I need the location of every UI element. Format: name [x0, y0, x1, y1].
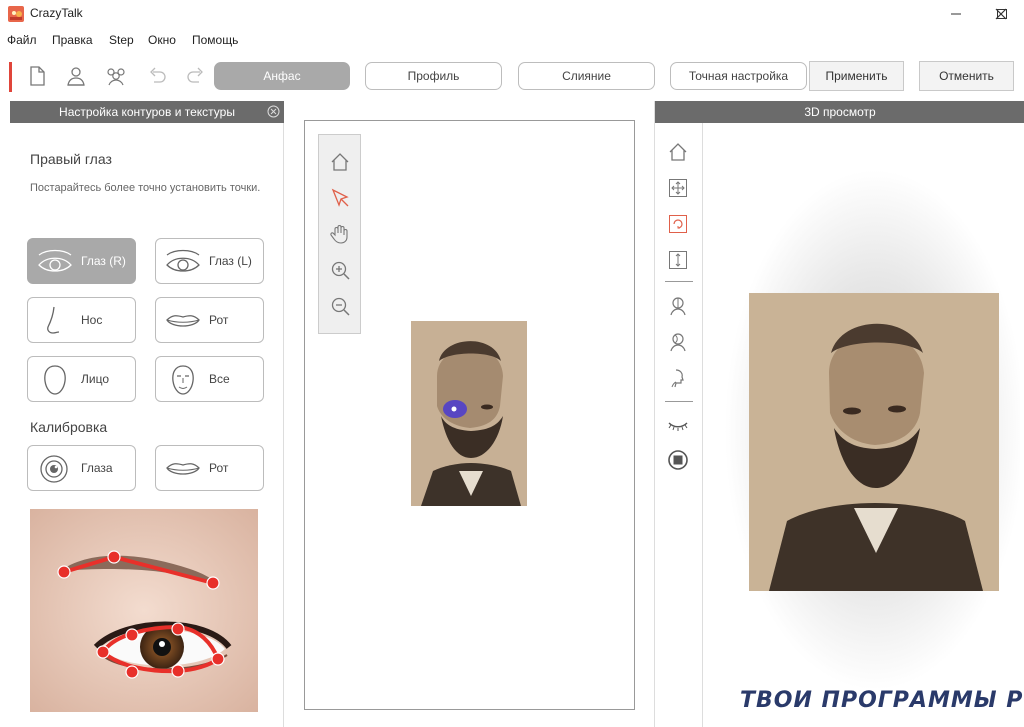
preview-header: 3D просмотр — [655, 101, 1024, 123]
redo-icon[interactable] — [184, 64, 208, 88]
toolbar-divider — [665, 281, 693, 282]
minimize-button[interactable] — [933, 0, 979, 28]
hand-pan-icon[interactable] — [329, 223, 351, 245]
eye-right-button[interactable]: Глаз (R) — [27, 238, 136, 284]
window-title: CrazyTalk — [30, 6, 83, 20]
eye-right-icon — [36, 246, 74, 278]
app-window: CrazyTalk Файл Правка Step Окно Помощь А… — [0, 0, 1024, 727]
face-outline-icon — [36, 364, 74, 396]
nose-icon — [36, 305, 74, 337]
face-side-icon[interactable] — [667, 367, 689, 389]
eye-calibration-label: Глаза — [81, 461, 113, 475]
face-all-button[interactable]: Все — [155, 356, 264, 402]
group-profile-icon[interactable] — [104, 64, 128, 88]
cancel-button[interactable]: Отменить — [919, 61, 1014, 91]
eye-calibration-button[interactable]: Глаза — [27, 445, 136, 491]
instruction-text: Постарайтесь более точно установить точк… — [30, 182, 261, 194]
face-outline-label: Лицо — [81, 372, 109, 386]
panel-title: Настройка контуров и текстуры — [59, 105, 235, 119]
tab-frontal[interactable]: Анфас — [214, 62, 350, 90]
canvas-toolbar — [318, 134, 361, 334]
close-window-button[interactable] — [978, 0, 1024, 28]
reset-icon[interactable] — [667, 449, 689, 471]
home-icon[interactable] — [667, 141, 689, 163]
eye-left-label: Глаз (L) — [209, 254, 252, 268]
panel-header: Настройка контуров и текстуры — [10, 101, 284, 123]
face-all-label: Все — [209, 372, 230, 386]
eyelash-icon[interactable] — [667, 413, 689, 435]
toolbar-divider — [665, 401, 693, 402]
menu-file[interactable]: Файл — [7, 33, 37, 47]
preview-portrait-image[interactable] — [749, 293, 999, 591]
select-arrow-icon[interactable] — [329, 187, 351, 209]
calibration-title: Калибровка — [30, 419, 108, 435]
menu-edit[interactable]: Правка — [52, 33, 93, 47]
face-all-icon — [164, 364, 202, 396]
vertical-move-icon[interactable] — [667, 249, 689, 271]
apply-button[interactable]: Применить — [809, 61, 904, 91]
tab-profile[interactable]: Профиль — [365, 62, 502, 90]
menu-step[interactable]: Step — [109, 33, 134, 47]
nose-label: Нос — [81, 313, 103, 327]
preview-title: 3D просмотр — [804, 105, 876, 119]
app-logo-icon — [8, 6, 24, 22]
rotate-icon[interactable] — [667, 213, 689, 235]
home-icon[interactable] — [329, 151, 351, 173]
mouth-label: Рот — [209, 313, 229, 327]
source-portrait-image[interactable] — [411, 321, 527, 506]
single-profile-icon[interactable] — [64, 64, 88, 88]
tab-blend[interactable]: Слияние — [518, 62, 655, 90]
mouth-calibration-label: Рот — [209, 461, 229, 475]
close-panel-icon[interactable] — [267, 105, 280, 118]
eye-left-icon — [164, 246, 202, 278]
zoom-out-icon[interactable] — [329, 295, 351, 317]
nose-button[interactable]: Нос — [27, 297, 136, 343]
face-front-icon[interactable] — [667, 295, 689, 317]
contour-texture-panel: Настройка контуров и текстуры Правый гла… — [10, 101, 284, 727]
undo-icon[interactable] — [145, 64, 169, 88]
face-angle-icon[interactable] — [667, 331, 689, 353]
eye-calibration-icon — [36, 453, 74, 485]
tab-fine-tune[interactable]: Точная настройка — [670, 62, 807, 90]
title-bar: CrazyTalk — [0, 0, 1024, 28]
mouth-calibration-button[interactable]: Рот — [155, 445, 264, 491]
menu-help[interactable]: Помощь — [192, 33, 238, 47]
menu-window[interactable]: Окно — [148, 33, 176, 47]
watermark-text: ТВОИ ПРОГРАММЫ РУ — [740, 688, 1024, 713]
mouth-button[interactable]: Рот — [155, 297, 264, 343]
face-outline-button[interactable]: Лицо — [27, 356, 136, 402]
preview-toolbar — [655, 123, 703, 727]
active-mode-accent — [9, 62, 12, 92]
eye-reference-image — [30, 509, 258, 712]
eye-right-label: Глаз (R) — [81, 254, 126, 268]
eye-left-button[interactable]: Глаз (L) — [155, 238, 264, 284]
section-title: Правый глаз — [30, 151, 112, 167]
new-file-icon[interactable] — [25, 64, 49, 88]
zoom-in-icon[interactable] — [329, 259, 351, 281]
mouth-icon — [164, 305, 202, 337]
mouth-calibration-icon — [164, 453, 202, 485]
move-icon[interactable] — [667, 177, 689, 199]
